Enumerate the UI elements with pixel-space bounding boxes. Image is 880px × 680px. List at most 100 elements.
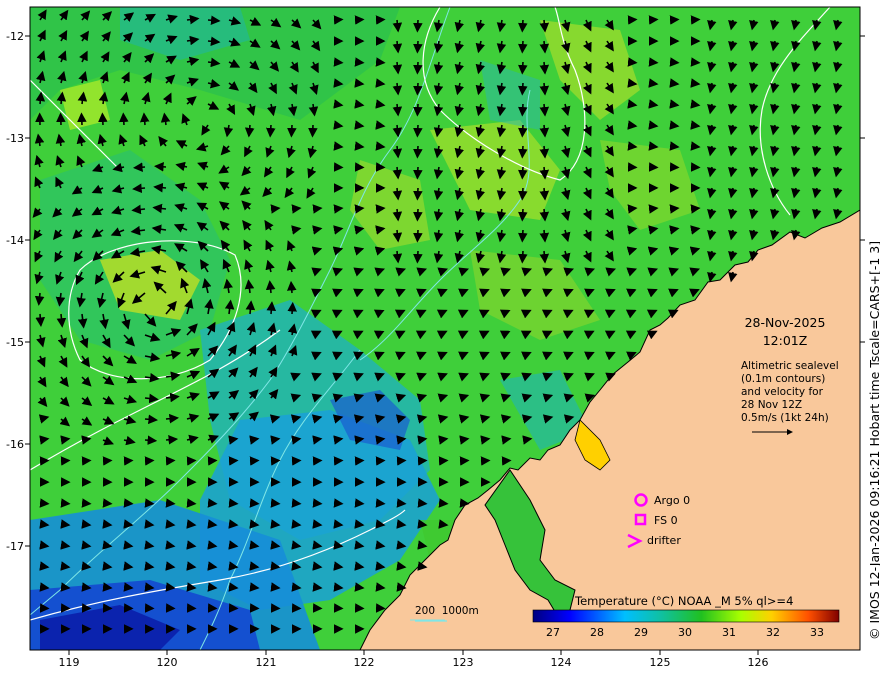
velocity-arrow [249, 519, 260, 529]
velocity-arrow [35, 313, 46, 327]
velocity-arrow [518, 229, 528, 243]
velocity-arrow [165, 498, 176, 508]
velocity-arrow [291, 519, 302, 529]
colorbar-tick: 30 [678, 626, 692, 639]
velocity-arrow [228, 561, 239, 571]
velocity-arrow [333, 519, 344, 529]
velocity-arrow [132, 183, 146, 194]
velocity-arrow [165, 435, 179, 445]
velocity-arrow [354, 57, 365, 67]
velocity-arrow [375, 204, 386, 214]
colorbar-tick: 28 [590, 626, 604, 639]
colorbar-tick: 32 [766, 626, 780, 639]
velocity-arrow [539, 145, 550, 159]
velocity-arrow [165, 582, 176, 592]
velocity-arrow [392, 19, 403, 33]
velocity-arrow [413, 187, 423, 201]
velocity-arrow [153, 182, 167, 193]
colorbar-tick: 27 [546, 626, 560, 639]
lat-label: -16 [6, 438, 24, 451]
velocity-arrow [354, 456, 365, 466]
velocity-arrow [480, 456, 491, 466]
velocity-arrow [186, 582, 197, 592]
velocity-arrow [81, 582, 92, 592]
velocity-arrow [228, 498, 239, 508]
velocity-arrow [375, 141, 386, 151]
velocity-arrow [354, 561, 365, 571]
velocity-arrow [518, 40, 528, 54]
velocity-arrow [98, 112, 108, 126]
lat-label: -15 [6, 336, 24, 349]
velocity-arrow [312, 456, 323, 466]
velocity-arrow [35, 91, 46, 105]
velocity-arrow [669, 204, 680, 214]
velocity-arrow [186, 456, 197, 466]
velocity-arrow [539, 103, 550, 117]
velocity-arrow [392, 250, 403, 264]
lon-label: 123 [452, 656, 474, 669]
velocity-arrow [354, 204, 365, 214]
velocity-arrow [518, 61, 528, 75]
velocity-arrow [39, 519, 50, 529]
velocity-arrow [413, 103, 423, 117]
velocity-arrow [291, 582, 302, 592]
velocity-arrow [165, 413, 179, 424]
velocity-arrow [669, 141, 680, 151]
velocity-arrow [413, 19, 423, 33]
velocity-arrow [518, 124, 528, 138]
velocity-arrow [690, 204, 701, 214]
velocity-arrow [266, 301, 277, 315]
velocity-arrow [413, 61, 423, 75]
colorbar-tick: 33 [810, 626, 824, 639]
velocity-arrow [392, 166, 403, 180]
velocity-arrow [354, 141, 365, 151]
velocity-arrow [102, 498, 113, 508]
velocity-arrow [354, 78, 365, 88]
velocity-arrow [270, 456, 281, 466]
velocity-arrow [144, 435, 158, 445]
velocity-arrow [392, 40, 403, 54]
velocity-arrow [144, 414, 158, 425]
velocity-arrow [102, 456, 113, 466]
velocity-arrow [375, 15, 386, 25]
velocity-arrow [413, 250, 423, 264]
lon-label: 126 [747, 656, 769, 669]
drifter-label: drifter [647, 534, 681, 547]
velocity-arrow [81, 456, 92, 466]
velocity-arrow [417, 519, 428, 529]
date-time-block: 28-Nov-2025 12:01Z [741, 314, 829, 350]
velocity-arrow [308, 124, 318, 138]
velocity-arrow [207, 456, 218, 466]
lat-label: -13 [6, 132, 24, 145]
velocity-arrow [669, 57, 680, 67]
lon-label: 119 [58, 656, 80, 669]
velocity-arrow [539, 166, 550, 180]
velocity-arrow [144, 519, 155, 529]
velocity-arrow [413, 82, 423, 96]
velocity-arrow [207, 498, 218, 508]
credit-text: © IMOS 12-Jan-2026 09:16:21 Hobart time … [867, 240, 880, 640]
velocity-arrow [81, 519, 92, 529]
velocity-arrow [287, 301, 297, 315]
velocity-arrow [312, 498, 323, 508]
velocity-arrow [333, 141, 344, 151]
velocity-arrow [60, 582, 71, 592]
argo-label: Argo 0 [654, 494, 691, 507]
velocity-arrow [413, 40, 423, 54]
velocity-arrow [438, 519, 449, 529]
velocity-arrow [648, 141, 659, 151]
depth-scale-1000: 1000m [441, 605, 479, 617]
velocity-arrow [291, 456, 302, 466]
fs-label: FS 0 [654, 514, 678, 527]
map-date: 28-Nov-2025 [744, 315, 826, 330]
velocity-arrow [207, 582, 218, 592]
velocity-arrow [413, 145, 423, 159]
velocity-arrow [333, 582, 344, 592]
velocity-arrow [165, 456, 176, 466]
velocity-arrow [392, 124, 403, 138]
velocity-arrow [270, 498, 281, 508]
velocity-arrow [291, 498, 302, 508]
velocity-arrow [539, 229, 550, 243]
velocity-arrow [354, 498, 365, 508]
velocity-arrow [375, 498, 386, 508]
